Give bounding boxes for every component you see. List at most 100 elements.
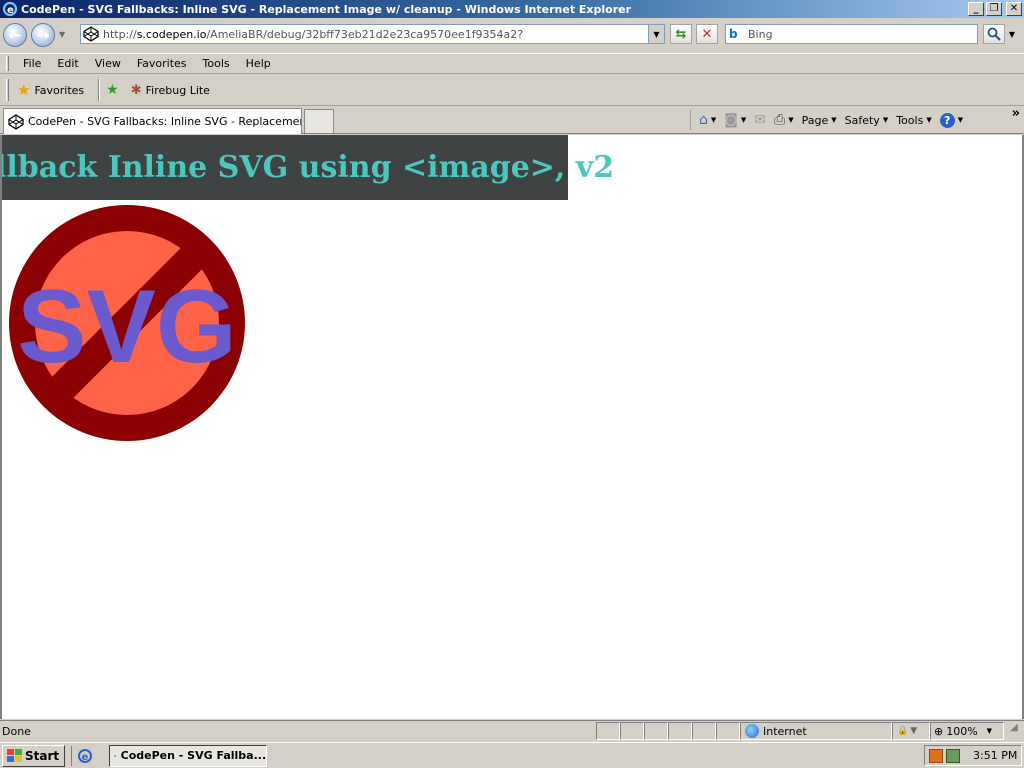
back-button[interactable]: ←: [3, 23, 27, 47]
status-panel: [692, 722, 716, 740]
restore-button[interactable]: ❐: [986, 2, 1002, 16]
favorites-button[interactable]: ★ Favorites: [13, 80, 92, 101]
svg-text:e: e: [81, 752, 88, 763]
protected-mode-button[interactable]: 🔒 ▼: [892, 722, 930, 740]
home-button[interactable]: ⌂ ▼: [695, 112, 720, 128]
tab-row: CodePen - SVG Fallbacks: Inline SVG - Re…: [0, 106, 1024, 134]
resize-grip-icon[interactable]: ◢: [1010, 722, 1024, 740]
rss-feed-icon: ◙: [724, 112, 738, 128]
menu-favorites[interactable]: Favorites: [129, 57, 195, 70]
printer-icon: ⎙: [774, 112, 786, 128]
svg-text:e: e: [7, 5, 14, 16]
search-icon: [987, 27, 1001, 41]
chevron-down-icon[interactable]: ▼: [741, 116, 746, 124]
title-bar: e CodePen - SVG Fallbacks: Inline SVG - …: [0, 0, 1024, 18]
search-options-dropdown-icon[interactable]: ▼: [1006, 24, 1018, 44]
safety-menu-label: Safety: [844, 113, 880, 127]
home-icon: ⌂: [699, 112, 708, 128]
security-zone[interactable]: Internet: [740, 722, 892, 740]
search-button[interactable]: [983, 24, 1005, 44]
globe-icon: [745, 724, 759, 738]
favorites-separator: [98, 79, 101, 101]
ie-logo-icon: e: [2, 1, 18, 17]
firebug-icon: ✱: [130, 82, 142, 98]
lock-icon: 🔒: [897, 726, 909, 736]
status-bar: Done Internet 🔒 ▼ ⊕ 100% ▼: [0, 720, 1024, 741]
help-icon: ?: [939, 112, 955, 128]
command-separator: [690, 110, 691, 130]
tools-menu-button[interactable]: Tools ▼: [892, 114, 936, 127]
chevron-down-icon: ▼: [957, 116, 964, 124]
mail-icon: ✉: [754, 112, 766, 128]
firebug-label: Firebug Lite: [145, 83, 210, 97]
page-menu-button[interactable]: Page ▼: [798, 114, 841, 127]
tab-label: CodePen - SVG Fallbacks: Inline SVG - Re…: [28, 115, 301, 128]
chevron-down-icon: ▼: [831, 116, 837, 124]
tray-network-icon[interactable]: [946, 748, 960, 763]
codepen-favicon-icon: [83, 26, 99, 42]
address-dropdown-icon[interactable]: ▼: [648, 25, 664, 43]
menu-view[interactable]: View: [87, 57, 129, 70]
chevron-down-icon[interactable]: ▼: [788, 116, 793, 124]
safety-menu-button[interactable]: Safety ▼: [841, 114, 893, 127]
url-text[interactable]: http://s.codepen.io/AmeliaBR/debug/32bff…: [103, 28, 648, 41]
stop-button[interactable]: ✕: [696, 24, 718, 44]
chevron-down-icon: ▼: [882, 116, 889, 124]
svg-fallback-image: SVG: [9, 205, 245, 441]
refresh-button[interactable]: ⇆: [670, 24, 692, 44]
start-button[interactable]: Start: [2, 744, 66, 767]
zoom-button[interactable]: ⊕ 100% ▼: [930, 722, 1004, 740]
tab-codepen[interactable]: CodePen - SVG Fallbacks: Inline SVG - Re…: [3, 108, 302, 134]
new-tab-button[interactable]: [304, 109, 334, 133]
command-bar: ⌂ ▼ ◙ ▼ ✉ ⎙ ▼ Page ▼ Safety ▼ Tools ▼ ? ▼: [686, 106, 967, 134]
tray-app-icon[interactable]: [929, 748, 943, 763]
zone-label: Internet: [763, 724, 807, 738]
taskbar-item-label: CodePen - SVG Fallba...: [120, 749, 267, 762]
menu-help[interactable]: Help: [238, 57, 279, 70]
svg-text:e: e: [115, 755, 116, 757]
forward-button[interactable]: →: [31, 23, 55, 47]
minimize-button[interactable]: _: [968, 2, 984, 16]
add-favorite-icon[interactable]: ★: [106, 82, 119, 98]
search-input[interactable]: b Bing: [725, 24, 978, 44]
tools-menu-label: Tools: [896, 113, 924, 127]
ie-logo-icon: e: [114, 754, 117, 757]
codepen-favicon-icon: [8, 113, 24, 130]
quick-launch-ie-icon[interactable]: e: [71, 745, 93, 766]
status-panel: [620, 722, 644, 740]
stop-icon: ✕: [701, 26, 713, 42]
print-button[interactable]: ⎙ ▼: [770, 112, 798, 128]
feeds-button[interactable]: ◙ ▼: [720, 112, 750, 128]
chevron-down-icon[interactable]: ▼: [987, 727, 992, 735]
menu-edit[interactable]: Edit: [49, 57, 86, 70]
page-content: Fallback Inline SVG using <image>, v2 SV…: [0, 135, 1024, 719]
taskbar-item-codepen[interactable]: e CodePen - SVG Fallba...: [109, 744, 268, 767]
status-text: Done: [2, 724, 31, 738]
ie-logo-icon: e: [77, 748, 92, 763]
menu-tools[interactable]: Tools: [195, 57, 238, 70]
toolbar-grip[interactable]: [6, 56, 9, 71]
address-bar[interactable]: http://s.codepen.io/AmeliaBR/debug/32bff…: [80, 24, 665, 44]
history-dropdown-icon[interactable]: ▼: [59, 30, 65, 39]
page-menu-label: Page: [801, 113, 829, 127]
url-prefix: http://: [103, 27, 137, 41]
zoom-level: 100%: [946, 724, 978, 738]
help-button[interactable]: ? ▼: [936, 112, 967, 128]
toolbar-grip[interactable]: [6, 79, 9, 101]
more-commands-chevron-icon[interactable]: »: [1012, 106, 1020, 121]
zoom-magnifier-icon: ⊕: [934, 724, 944, 738]
read-mail-button[interactable]: ✉: [750, 112, 770, 128]
bing-logo-icon: b: [729, 27, 738, 41]
chevron-down-icon[interactable]: ▼: [711, 116, 716, 124]
favorites-bar: ★ Favorites ★ ✱ Firebug Lite: [0, 75, 1024, 106]
close-button[interactable]: ✕: [1006, 2, 1022, 16]
refresh-icon: ⇆: [675, 26, 687, 42]
clock[interactable]: 3:51 PM: [973, 749, 1017, 762]
menu-file[interactable]: File: [15, 57, 49, 70]
status-panel: [596, 722, 620, 740]
window-title: CodePen - SVG Fallbacks: Inline SVG - Re…: [21, 2, 632, 16]
taskbar: Start e e CodePen - SVG Fallba... 3:51 P…: [0, 742, 1024, 768]
start-label: Start: [25, 748, 60, 763]
firebug-lite-link[interactable]: ✱ Firebug Lite: [127, 80, 218, 101]
status-panel: [716, 722, 740, 740]
